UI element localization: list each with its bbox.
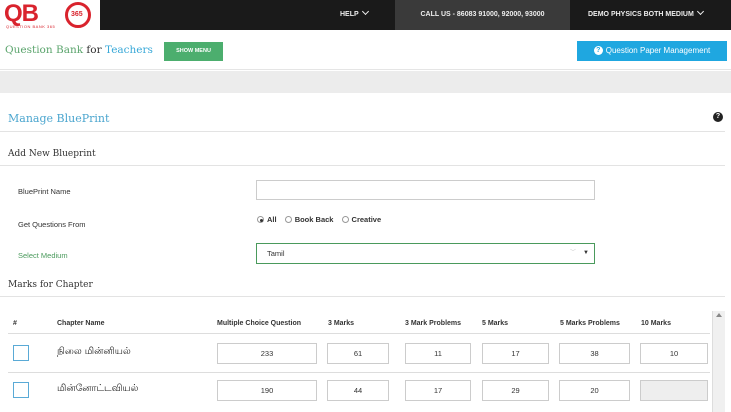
brand-part-3: Teachers xyxy=(105,44,153,56)
radio-unchecked-icon xyxy=(284,216,292,223)
col-header-mcq: Multiple Choice Question xyxy=(217,320,302,327)
main-panel: Manage BluePrint ? Add New Blueprint Blu… xyxy=(0,93,731,412)
get-questions-label: Get Questions From xyxy=(18,220,86,229)
top-navbar: HELP CALL US - 86083 91000, 92000, 93000… xyxy=(0,0,731,30)
add-blueprint-heading: Add New Blueprint xyxy=(8,149,96,159)
call-us-info: CALL US - 86083 91000, 92000, 93000 xyxy=(395,0,570,30)
select-medium-label: Select Medium xyxy=(18,251,68,260)
brand-part-2: for xyxy=(86,44,102,56)
5-marks-problems-input[interactable]: 20 xyxy=(559,380,630,401)
user-label: DEMO PHYSICS BOTH MEDIUM xyxy=(588,11,694,18)
radio-creative-label: Creative xyxy=(351,215,382,224)
question-circle-icon: ? xyxy=(593,46,603,55)
radio-unchecked-icon xyxy=(341,216,349,223)
divider xyxy=(0,131,725,132)
show-menu-button[interactable]: SHOW MENU xyxy=(164,42,223,61)
help-label: HELP xyxy=(340,11,359,18)
5-marks-input[interactable]: 29 xyxy=(482,380,549,401)
row-checkbox[interactable] xyxy=(13,382,29,398)
chevron-down-icon xyxy=(696,7,704,16)
radio-book-back[interactable]: Book Back xyxy=(284,215,334,224)
mcq-input[interactable]: 233 xyxy=(217,343,317,364)
col-header-chapter: Chapter Name xyxy=(57,320,105,327)
table-scrollbar[interactable] xyxy=(712,311,725,412)
10-marks-input[interactable]: 10 xyxy=(640,343,708,364)
divider xyxy=(0,165,725,166)
radio-creative[interactable]: Creative xyxy=(341,215,382,224)
qpm-label: Question Paper Management xyxy=(605,46,711,55)
col-header-3-marks: 3 Marks xyxy=(328,320,355,327)
col-header-5-marks: 5 Marks xyxy=(482,320,509,327)
radio-checked-icon xyxy=(257,216,264,223)
chevron-down-icon xyxy=(361,7,369,16)
chapter-name: நிலை மின்னியல் xyxy=(57,346,131,357)
logo-badge: 365 xyxy=(65,2,91,28)
question-source-radios: All Book Back Creative xyxy=(257,215,387,224)
col-header-5-marks-problems: 5 Marks Problems xyxy=(560,320,620,327)
brand-part-1: Question Bank xyxy=(5,44,84,56)
blueprint-name-input[interactable] xyxy=(256,180,595,200)
logo-tagline: QUESTION BANK 365 xyxy=(6,24,56,29)
blueprint-name-label: BluePrint Name xyxy=(18,187,71,196)
col-header-10-marks: 10 Marks xyxy=(641,320,671,327)
3-marks-input[interactable]: 61 xyxy=(327,343,389,364)
3-mark-problems-input[interactable]: 11 xyxy=(405,343,471,364)
radio-all[interactable]: All xyxy=(257,215,277,224)
page-title: Manage BluePrint xyxy=(8,112,110,125)
scroll-up-arrow-icon[interactable] xyxy=(716,313,722,317)
radio-all-label: All xyxy=(267,215,277,224)
5-marks-input[interactable]: 17 xyxy=(482,343,549,364)
gray-band xyxy=(0,71,731,93)
user-menu[interactable]: DEMO PHYSICS BOTH MEDIUM xyxy=(588,0,704,30)
page-header: Question Bank for Teachers SHOW MENU ? Qu… xyxy=(0,30,731,70)
caret-down-icon: ▼ xyxy=(583,250,589,256)
medium-select[interactable]: Tamil ﹀ ▼ xyxy=(256,243,595,264)
3-mark-problems-input[interactable]: 17 xyxy=(405,380,471,401)
row-divider xyxy=(8,333,710,334)
3-marks-input[interactable]: 44 xyxy=(327,380,389,401)
row-checkbox[interactable] xyxy=(13,345,29,361)
row-divider xyxy=(8,372,710,373)
10-marks-input-disabled xyxy=(640,380,708,401)
medium-selected-value: Tamil xyxy=(267,249,285,258)
logo-badge-text: 365 xyxy=(71,11,83,18)
radio-book-back-label: Book Back xyxy=(294,215,334,224)
help-icon[interactable]: ? xyxy=(713,112,723,122)
col-header-3-mark-problems: 3 Mark Problems xyxy=(405,320,462,327)
logo[interactable]: QB 365 QUESTION BANK 365 xyxy=(0,0,100,32)
marks-for-chapter-heading: Marks for Chapter xyxy=(8,280,93,290)
brand-title: Question Bank for Teachers xyxy=(5,44,153,56)
divider xyxy=(0,296,725,297)
help-menu[interactable]: HELP xyxy=(340,0,369,30)
mcq-input[interactable]: 190 xyxy=(217,380,317,401)
question-paper-management-button[interactable]: ? Question Paper Management xyxy=(577,41,727,61)
5-marks-problems-input[interactable]: 38 xyxy=(559,343,630,364)
chapter-name: மின்னோட்டவியல் xyxy=(57,383,139,394)
chevron-down-icon: ﹀ xyxy=(569,250,576,256)
col-header-index: # xyxy=(13,320,17,327)
